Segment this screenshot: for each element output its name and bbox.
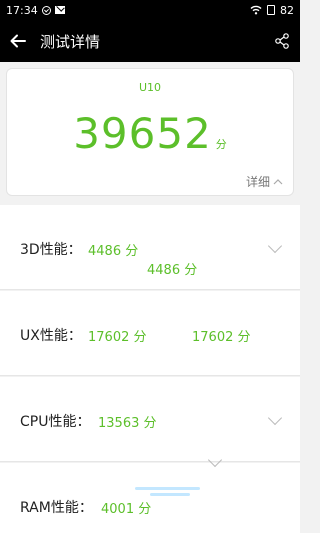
row-value: 4001 分	[101, 502, 152, 517]
score-card: U10 39652 分 详细	[6, 68, 294, 196]
app-bar: 测试详情	[0, 20, 300, 62]
list-item-3d[interactable]: 3D性能： 4486 分 4486 分	[0, 205, 300, 290]
share-button[interactable]	[264, 20, 300, 62]
row-label: RAM性能：	[20, 500, 93, 516]
chevron-down-icon	[267, 410, 283, 426]
wifi-icon	[250, 5, 262, 15]
page-title: 测试详情	[40, 32, 101, 51]
back-arrow-icon	[10, 34, 26, 48]
list-item-cpu[interactable]: CPU性能： 13563 分	[0, 377, 300, 462]
row-value: 17602 分	[88, 330, 147, 345]
detail-label: 详细	[245, 175, 270, 189]
status-time: 17:34	[6, 3, 38, 17]
mail-icon	[54, 6, 65, 14]
row-label: UX性能：	[20, 328, 82, 344]
chevron-down-icon	[267, 238, 283, 254]
chevron-up-icon	[273, 179, 283, 185]
smudge-decoration	[135, 487, 200, 490]
device-name: U10	[138, 81, 162, 94]
back-button[interactable]	[0, 20, 36, 62]
row-value-ghost: 17602 分	[192, 330, 251, 345]
list-item-ux[interactable]: UX性能： 17602 分 17602 分	[0, 291, 300, 376]
share-icon	[275, 33, 289, 49]
score-value: 39652	[73, 109, 212, 158]
total-score: 39652 分	[7, 109, 293, 158]
row-label: 3D性能：	[20, 242, 82, 258]
battery-level: 82	[280, 3, 294, 17]
row-value: 13563 分	[98, 416, 157, 431]
list-item-ram[interactable]: RAM性能： 4001 分	[0, 452, 300, 533]
sim-icon	[267, 5, 275, 15]
row-value: 4486 分	[88, 244, 139, 259]
row-label: CPU性能：	[20, 414, 91, 430]
status-bar: 17:34 82	[0, 0, 300, 20]
detail-toggle[interactable]: 详细	[246, 173, 283, 190]
row-value-ghost: 4486 分	[147, 263, 198, 278]
score-unit: 分	[215, 138, 227, 151]
smudge-decoration	[150, 493, 190, 496]
check-circle-icon	[41, 5, 51, 15]
